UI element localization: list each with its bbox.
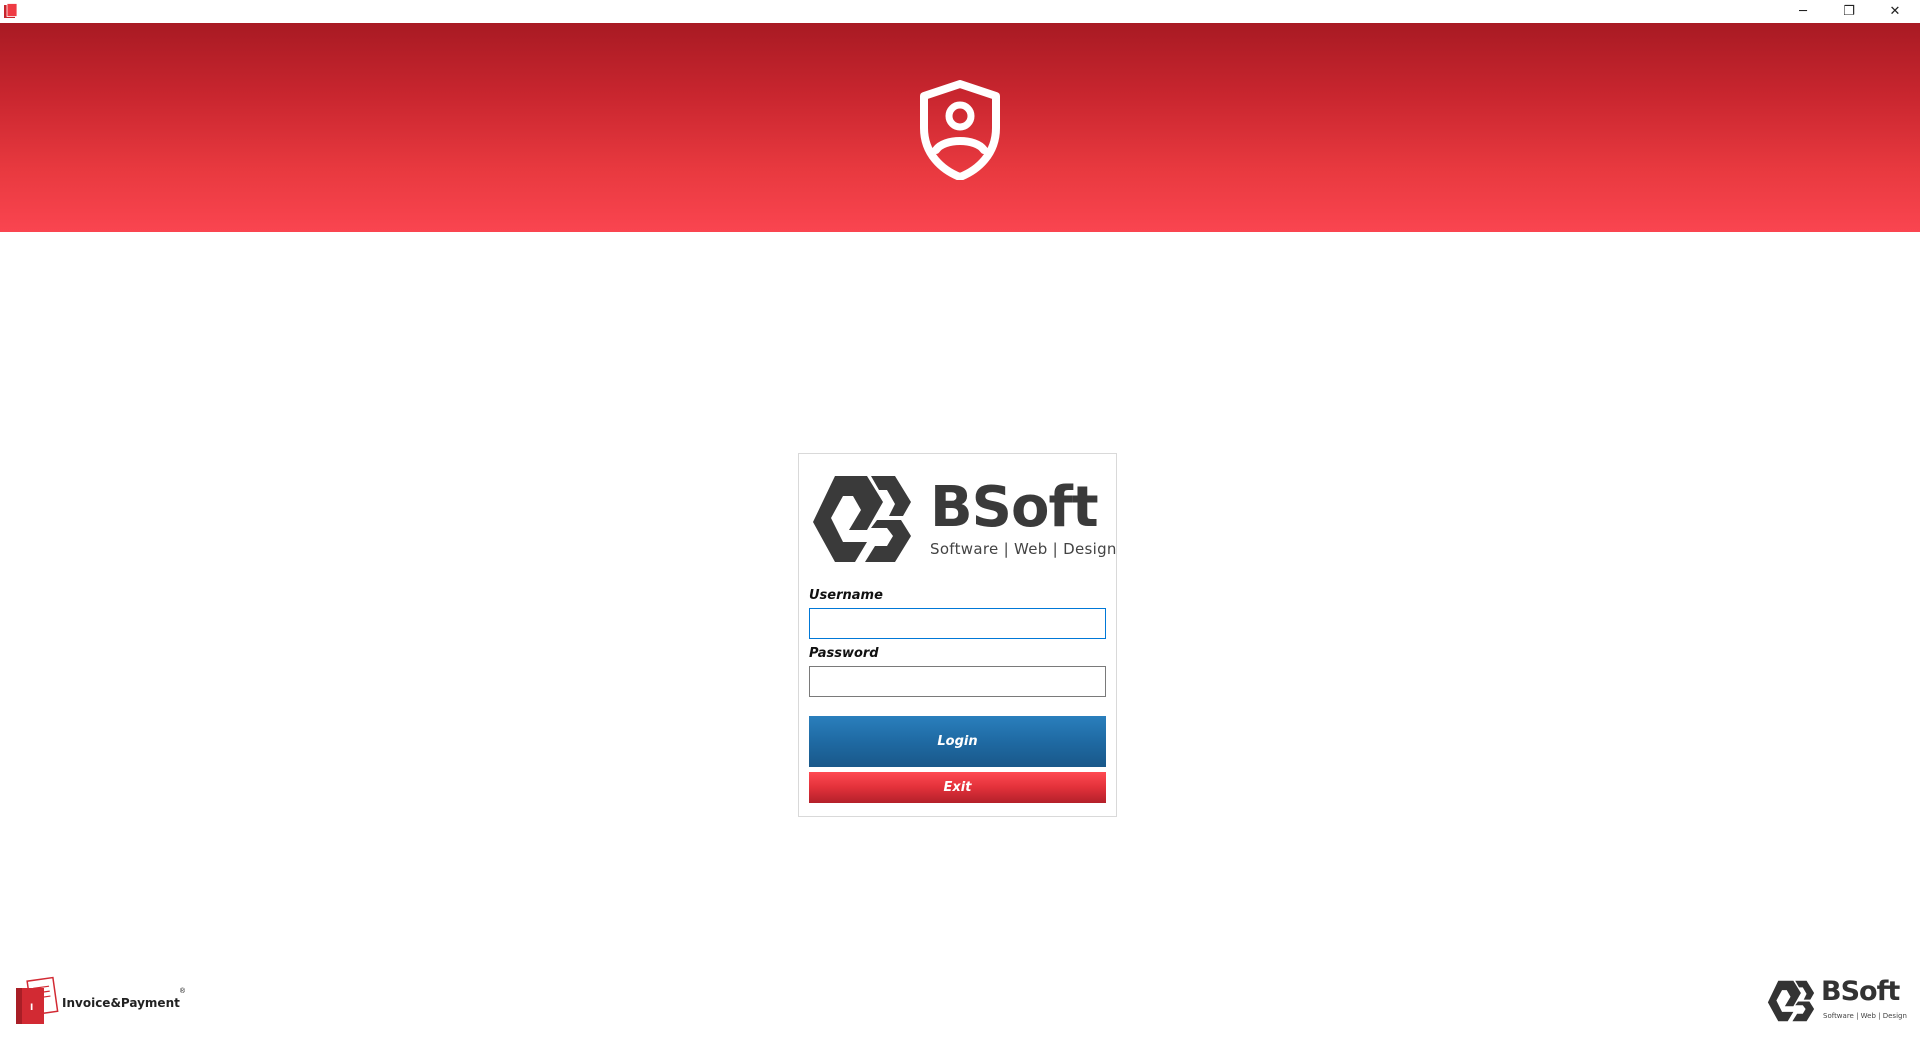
username-label: Username: [809, 588, 883, 603]
close-button[interactable]: ✕: [1872, 0, 1918, 22]
company-name: BSoft: [1821, 976, 1900, 1007]
product-logo: I Invoice&Payment ®: [14, 976, 185, 1026]
password-input[interactable]: [809, 666, 1106, 697]
invoice-payment-app-icon: [4, 3, 18, 18]
company-tagline: Software | Web | Design: [1823, 1012, 1907, 1020]
company-logo: BSoft Software | Web | Design: [1766, 976, 1911, 1026]
brand-tagline: Software | Web | Design: [930, 540, 1117, 558]
brand-name: BSoft: [930, 475, 1099, 540]
svg-text:I: I: [30, 1003, 33, 1013]
restore-button[interactable]: ❐: [1826, 0, 1872, 22]
password-label: Password: [809, 646, 879, 661]
registered-mark: ®: [179, 987, 186, 995]
bsoft-logo-icon: [813, 476, 911, 562]
minimize-button[interactable]: ─: [1780, 0, 1826, 22]
window-titlebar: ─ ❐ ✕: [0, 0, 1920, 23]
login-card: BSoft Software | Web | Design Username P…: [798, 453, 1117, 817]
header-banner: [0, 23, 1920, 232]
login-button[interactable]: Login: [809, 716, 1106, 767]
username-input[interactable]: [809, 608, 1106, 639]
shield-user-icon: [920, 80, 1000, 180]
bsoft-mini-logo-icon: [1767, 980, 1815, 1022]
exit-button[interactable]: Exit: [809, 772, 1106, 803]
product-name: Invoice&Payment: [62, 996, 180, 1010]
invoice-payment-icon: I: [16, 976, 59, 1024]
